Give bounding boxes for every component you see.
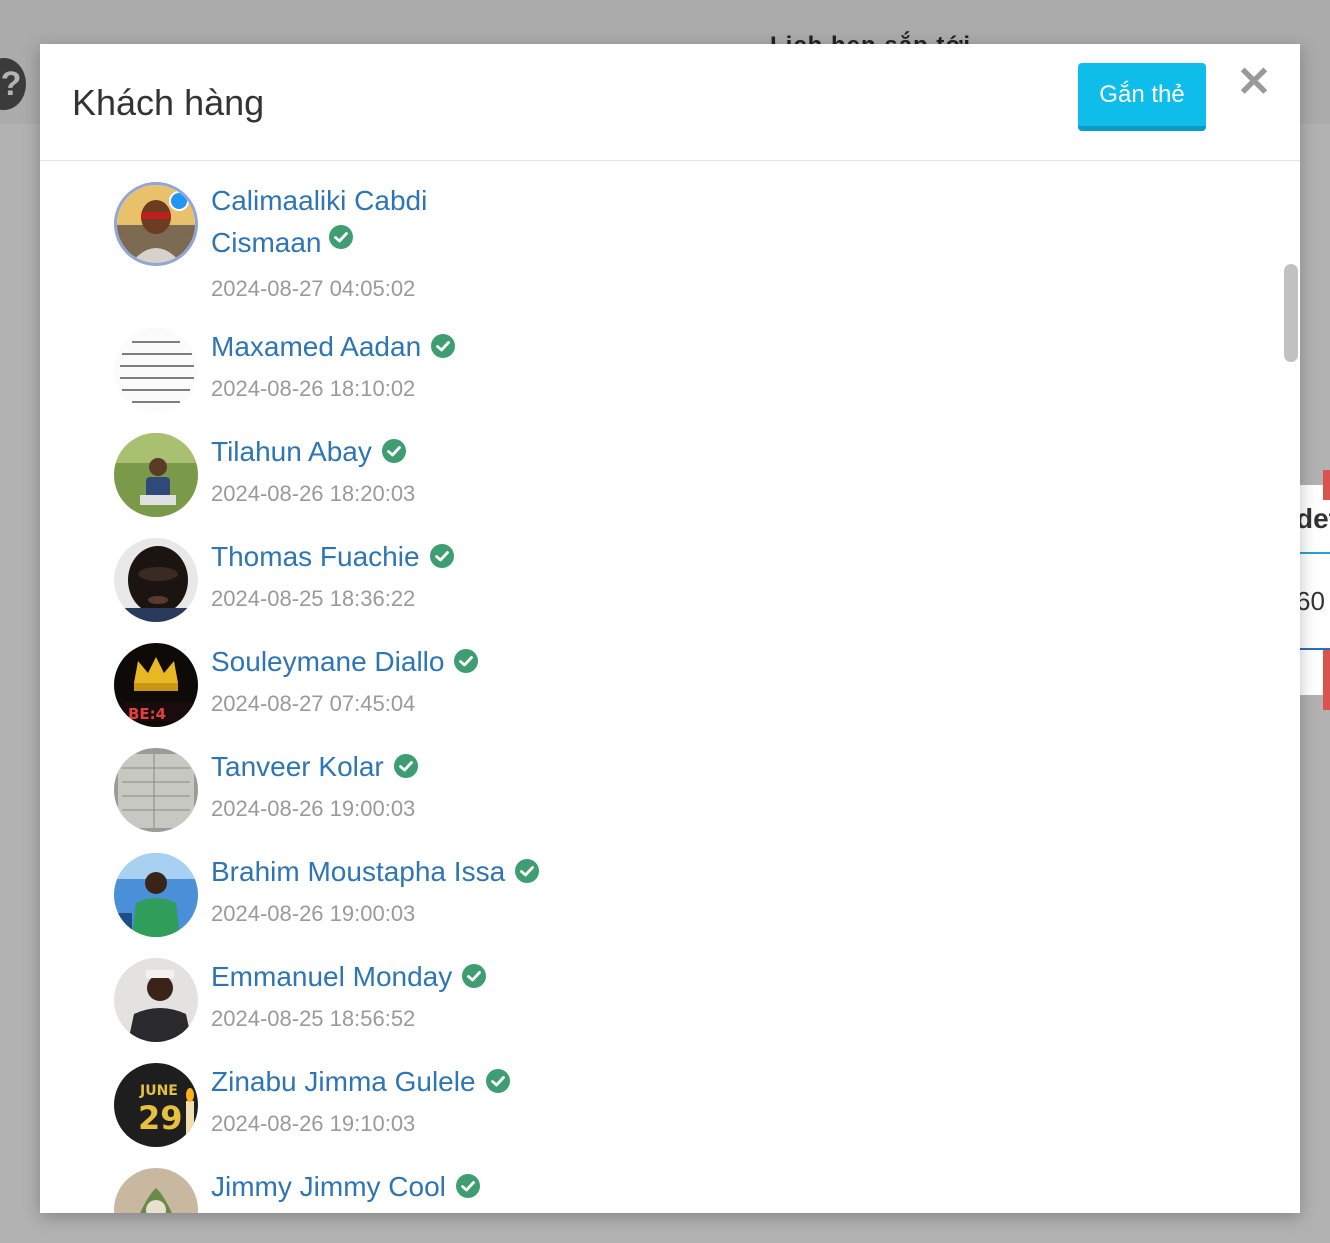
avatar[interactable] bbox=[114, 538, 198, 622]
verified-check-icon bbox=[381, 439, 406, 463]
verified-check-icon bbox=[454, 649, 479, 673]
customer-info: Maxamed Aadan 2024-08-26 18:10:02 bbox=[211, 326, 456, 404]
customer-timestamp: 2024-08-27 07:45:04 bbox=[211, 691, 416, 716]
avatar[interactable] bbox=[114, 853, 198, 937]
crown-image-icon: BE:4 bbox=[114, 643, 198, 727]
customer-timestamp: 2024-08-26 19:10:03 bbox=[211, 1111, 416, 1136]
background-text: def bbox=[1296, 503, 1330, 534]
photo-plants-icon bbox=[114, 1168, 198, 1213]
customer-name-link[interactable]: Tilahun Abay bbox=[211, 431, 372, 473]
customer-list-container[interactable]: Calimaaliki Cabdi Cismaan 2024-08-27 04:… bbox=[40, 162, 1300, 1213]
customer-info: Zinabu Jimma Gulele 2024-08-26 19:10:03 bbox=[211, 1061, 510, 1139]
document-photo-icon bbox=[114, 748, 198, 832]
list-item[interactable]: Brahim Moustapha Issa 2024-08-26 19:00:0… bbox=[114, 851, 1214, 956]
customer-info: Tanveer Kolar 2024-08-26 19:00:03 bbox=[211, 746, 418, 824]
verified-badge-icon bbox=[169, 191, 189, 211]
list-item[interactable]: Tilahun Abay 2024-08-26 18:20:03 bbox=[114, 431, 1214, 536]
customer-info: Souleymane Diallo 2024-08-27 07:45:04 bbox=[211, 641, 479, 719]
verified-check-icon bbox=[429, 544, 454, 568]
customer-timestamp: 2024-08-27 04:05:02 bbox=[211, 276, 416, 301]
customer-timestamp: 2024-08-26 19:00:03 bbox=[211, 901, 416, 926]
avatar[interactable]: BE:4 bbox=[114, 643, 198, 727]
avatar[interactable] bbox=[114, 328, 198, 412]
background-divider bbox=[1300, 552, 1330, 554]
customer-name-link[interactable]: Emmanuel Monday bbox=[211, 956, 452, 998]
customer-info: Tilahun Abay 2024-08-26 18:20:03 bbox=[211, 431, 415, 509]
customer-timestamp: 2024-08-26 18:10:02 bbox=[211, 376, 416, 401]
list-item[interactable]: BE:4 Souleymane Diallo 2024-08-27 07:45:… bbox=[114, 641, 1214, 746]
customer-name-link[interactable]: Tanveer Kolar bbox=[211, 746, 384, 788]
background-accent bbox=[1323, 470, 1330, 500]
avatar[interactable] bbox=[114, 958, 198, 1042]
customer-timestamp: 2024-08-25 18:36:22 bbox=[211, 586, 416, 611]
verified-check-icon bbox=[329, 225, 353, 249]
photo-man-car-icon bbox=[114, 853, 198, 937]
june-29-candle-icon: JUNE 29 bbox=[114, 1063, 198, 1147]
verified-check-icon bbox=[515, 859, 540, 883]
svg-text:29: 29 bbox=[138, 1099, 183, 1137]
customer-timestamp: 2024-08-25 18:56:52 bbox=[211, 1006, 416, 1031]
customer-timestamp: 2024-08-26 19:00:03 bbox=[211, 796, 416, 821]
photo-man-indoor-icon bbox=[114, 958, 198, 1042]
svg-text:BE:4: BE:4 bbox=[128, 705, 166, 723]
list-item[interactable]: JUNE 29 Zinabu Jimma Gulele 2024-08-26 1… bbox=[114, 1061, 1214, 1166]
customers-modal: Khách hàng Gắn thẻ ✕ Calimaaliki Cabdi C… bbox=[40, 44, 1300, 1213]
background-accent bbox=[1323, 650, 1330, 710]
verified-check-icon bbox=[393, 754, 418, 778]
svg-text:JUNE: JUNE bbox=[139, 1083, 178, 1099]
list-item[interactable]: Calimaaliki Cabdi Cismaan 2024-08-27 04:… bbox=[114, 180, 1214, 326]
photo-man-outdoors-icon bbox=[114, 433, 198, 517]
tag-button[interactable]: Gắn thẻ bbox=[1078, 63, 1206, 131]
verified-check-icon bbox=[431, 334, 456, 358]
customer-name-link[interactable]: Brahim Moustapha Issa bbox=[211, 851, 505, 893]
avatar[interactable] bbox=[114, 433, 198, 517]
customer-name-link[interactable]: Souleymane Diallo bbox=[211, 641, 444, 683]
customer-name-link[interactable]: Zinabu Jimma Gulele bbox=[211, 1061, 476, 1103]
verified-check-icon bbox=[462, 964, 487, 988]
list-item[interactable]: Jimmy Jimmy Cool bbox=[114, 1166, 1214, 1213]
photo-man-closeup-icon bbox=[114, 538, 198, 622]
scrollbar-thumb[interactable] bbox=[1284, 264, 1298, 362]
list-item[interactable]: Maxamed Aadan 2024-08-26 18:10:02 bbox=[114, 326, 1214, 431]
customer-name-link[interactable]: Thomas Fuachie bbox=[211, 536, 420, 578]
arabic-text-image-icon bbox=[114, 328, 198, 412]
list-item[interactable]: Tanveer Kolar 2024-08-26 19:00:03 bbox=[114, 746, 1214, 851]
avatar[interactable] bbox=[114, 1168, 198, 1213]
customer-timestamp: 2024-08-26 18:20:03 bbox=[211, 481, 416, 506]
customer-info: Jimmy Jimmy Cool bbox=[211, 1166, 480, 1213]
avatar[interactable] bbox=[114, 182, 198, 266]
customer-info: Brahim Moustapha Issa 2024-08-26 19:00:0… bbox=[211, 851, 540, 929]
avatar[interactable]: JUNE 29 bbox=[114, 1063, 198, 1147]
customer-name-link[interactable]: Maxamed Aadan bbox=[211, 326, 421, 368]
customer-info: Calimaaliki Cabdi Cismaan 2024-08-27 04:… bbox=[211, 180, 471, 304]
verified-check-icon bbox=[485, 1069, 510, 1093]
modal-title: Khách hàng bbox=[72, 82, 265, 123]
customer-info: Emmanuel Monday 2024-08-25 18:56:52 bbox=[211, 956, 487, 1034]
modal-header: Khách hàng Gắn thẻ ✕ bbox=[40, 44, 1300, 161]
avatar[interactable] bbox=[114, 748, 198, 832]
verified-check-icon bbox=[455, 1174, 480, 1198]
list-item[interactable]: Thomas Fuachie 2024-08-25 18:36:22 bbox=[114, 536, 1214, 641]
customer-info: Thomas Fuachie 2024-08-25 18:36:22 bbox=[211, 536, 454, 614]
customer-list: Calimaaliki Cabdi Cismaan 2024-08-27 04:… bbox=[114, 180, 1214, 1213]
close-icon[interactable]: ✕ bbox=[1236, 61, 1272, 103]
background-number: 60 bbox=[1296, 586, 1325, 616]
customer-name-link[interactable]: Jimmy Jimmy Cool bbox=[211, 1166, 446, 1208]
list-item[interactable]: Emmanuel Monday 2024-08-25 18:56:52 bbox=[114, 956, 1214, 1061]
